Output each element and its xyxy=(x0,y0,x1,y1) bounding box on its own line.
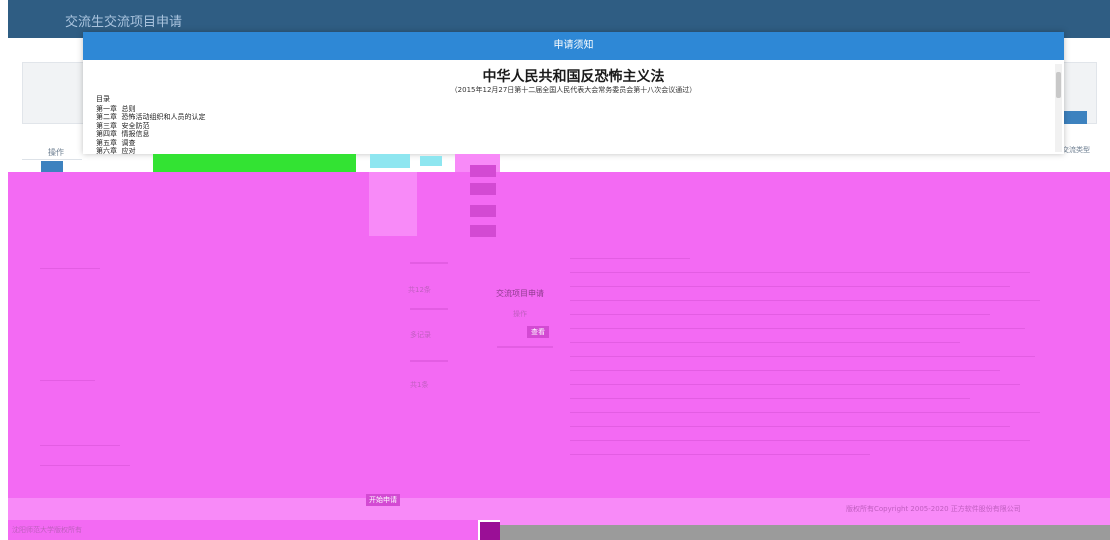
artifact-right-panel xyxy=(553,236,1110,498)
notice-modal: 申请须知 中华人民共和国反恐怖主义法 （2015年12月27日第十二届全国人民代… xyxy=(83,32,1064,156)
ghost-text-line xyxy=(570,272,1030,273)
ghost-operate-label: 操作 xyxy=(513,310,527,318)
footer-left: 沈阳师范大学版权所有 xyxy=(12,526,82,534)
toc-item: 第一章 总则 xyxy=(96,104,136,113)
ghost-text-line xyxy=(570,440,1030,441)
table-op-header: 操作 xyxy=(48,148,64,157)
ghost-text-line xyxy=(570,300,1040,301)
modal-title: 申请须知 xyxy=(553,40,594,51)
artifact-cyan-block xyxy=(420,156,442,166)
ghost-text-line xyxy=(570,286,1010,287)
ghost-divider xyxy=(497,346,553,348)
ghost-text-line xyxy=(40,445,120,446)
table-of-contents: 目录 第一章 总则 第二章 恐怖活动组织和人员的认定 第三章 安全防范 第四章 … xyxy=(96,95,205,156)
scrollbar-thumb[interactable] xyxy=(1056,72,1061,98)
footer-right: 版权所有Copyright 2005-2020 正方软件股份有限公司 xyxy=(846,505,1021,513)
ghost-text-line xyxy=(40,465,130,466)
ghost-text-line xyxy=(570,412,1040,413)
toc-item: 第五章 调查 xyxy=(96,138,136,147)
artifact-green-block xyxy=(153,154,356,172)
ghost-text-line xyxy=(570,398,970,399)
ghost-panel-title: 交流项目申请 xyxy=(496,289,544,298)
ghost-button xyxy=(470,183,496,195)
ghost-divider xyxy=(410,308,448,310)
modal-header: 申请须知 xyxy=(83,32,1064,60)
ghost-text-line xyxy=(570,426,1010,427)
ghost-view-button: 查看 xyxy=(527,326,549,338)
ghost-text-line xyxy=(40,380,95,381)
ghost-divider xyxy=(410,262,448,264)
toc-item: 第四章 情报信息 xyxy=(96,130,150,138)
start-application-button[interactable]: 开始申请 xyxy=(366,494,400,506)
toc-item: 第三章 安全防范 xyxy=(96,121,150,130)
ghost-records: 多记录 xyxy=(410,331,431,339)
ghost-button xyxy=(470,225,496,237)
artifact-purple-block xyxy=(480,522,500,540)
ghost-text-line xyxy=(570,384,1020,385)
ghost-text-line xyxy=(570,258,690,259)
app-title: 交流生交流项目申请 xyxy=(65,15,183,30)
artifact-grey-bar xyxy=(500,525,1110,540)
ghost-text-line xyxy=(570,356,1035,357)
ghost-text-line xyxy=(570,454,870,455)
ghost-divider xyxy=(410,360,448,362)
ghost-text-line xyxy=(570,328,1025,329)
law-title: 中华人民共和国反恐怖主义法 xyxy=(482,69,665,85)
ghost-text-line xyxy=(40,268,100,269)
query-button[interactable] xyxy=(1063,111,1087,124)
toc-heading: 目录 xyxy=(96,95,110,103)
table-right-header: 交流类型 xyxy=(1062,146,1090,154)
ghost-text-line xyxy=(570,370,1000,371)
artifact-cyan-block xyxy=(370,154,410,168)
ghost-column xyxy=(369,172,417,236)
ghost-total: 共1条 xyxy=(410,381,429,389)
ghost-text-line xyxy=(570,314,990,315)
modal-scrollbar[interactable] xyxy=(1055,64,1062,152)
ghost-count: 共12条 xyxy=(408,286,431,294)
toc-item: 第二章 恐怖活动组织和人员的认定 xyxy=(96,113,206,121)
artifact-band-top xyxy=(8,172,1110,236)
ghost-button xyxy=(470,205,496,217)
ghost-text-line xyxy=(570,342,960,343)
ghost-button xyxy=(470,165,496,177)
law-subtitle: （2015年12月27日第十二届全国人民代表大会常务委员会第十八次会议通过） xyxy=(450,86,697,94)
